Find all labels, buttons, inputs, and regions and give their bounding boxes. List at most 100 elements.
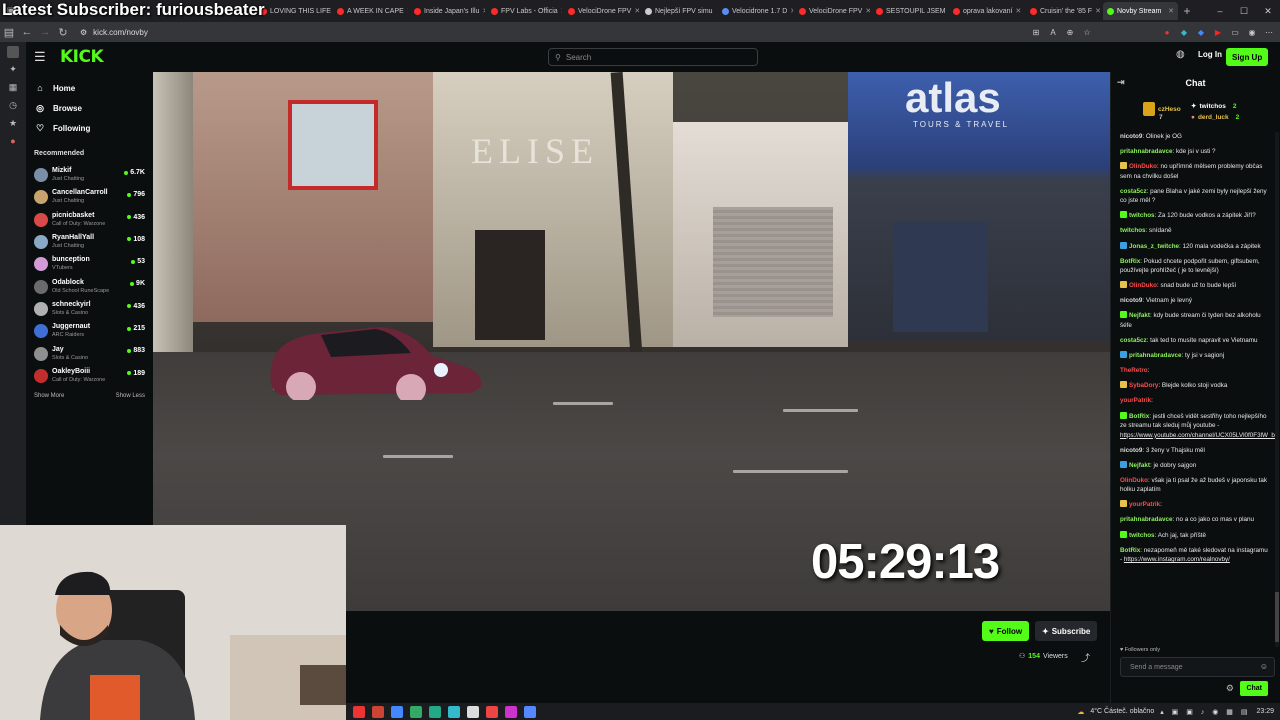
chat-username[interactable]: SybaDory [1129, 382, 1158, 389]
chat-username[interactable]: Nejfakt [1129, 462, 1150, 469]
recommended-channel[interactable]: Mizkif Just Chatting 6.7K [26, 164, 153, 186]
taskbar-app-icon[interactable] [391, 705, 403, 718]
chat-scrollbar[interactable] [1275, 132, 1279, 647]
sidebar-item-home[interactable]: ⌂ Home [26, 78, 153, 98]
sidebar-toggle-icon[interactable]: ▤ [0, 26, 18, 39]
install-app-icon[interactable]: ⊞ [1029, 25, 1043, 39]
recommended-channel[interactable]: picnicbasket Call of Duty: Warzone 436 [26, 209, 153, 231]
close-window-button[interactable]: ✕ [1256, 6, 1280, 17]
signup-button[interactable]: Sign Up [1226, 48, 1269, 66]
language-icon[interactable]: ◍ [1176, 49, 1185, 60]
close-tab-icon[interactable]: ✕ [865, 7, 870, 15]
browser-tab[interactable]: VelociDrone FPV ✕ [564, 2, 639, 20]
chat-username[interactable]: OlinDuko [1120, 477, 1148, 484]
chat-scroll-thumb[interactable] [1275, 592, 1279, 642]
browser-tab[interactable]: FPV Labs - Officia✕ [487, 2, 562, 20]
taskbar-app-icon[interactable] [353, 705, 365, 718]
taskbar-app-icon[interactable] [410, 705, 422, 718]
extension-youtube-icon[interactable]: ▶ [1211, 25, 1225, 39]
browser-tab[interactable]: Inside Japan's Illu✕ [410, 2, 485, 20]
close-tab-icon[interactable]: ✕ [1095, 7, 1101, 15]
chat-settings-icon[interactable]: ⚙ [1226, 683, 1234, 694]
chat-messages[interactable]: nicoto9: Olinek je OG pritahnabradavce: k… [1111, 132, 1277, 647]
recommended-channel[interactable]: bunception VTubers 53 [26, 253, 153, 275]
show-less-button[interactable]: Show Less [116, 393, 145, 399]
extension-blue-icon[interactable]: ◆ [1194, 25, 1208, 39]
chat-username[interactable]: BotRix [1120, 547, 1140, 554]
recommended-channel[interactable]: CancellanCarroll Just Chatting 796 [26, 186, 153, 208]
browser-tab[interactable]: Velocidrone 1.7 D✕ [718, 2, 793, 20]
profile-icon[interactable]: ◉ [1245, 25, 1259, 39]
recommended-channel[interactable]: Juggernaut ARC Raiders 215 [26, 320, 153, 342]
close-tab-icon[interactable]: ✕ [407, 7, 408, 15]
favorites-icon[interactable]: ★ [7, 118, 19, 130]
browser-tab[interactable]: VelociDrone FPV ✕ [795, 2, 870, 20]
chat-link[interactable]: https://www.instagram.com/realnovby/ [1124, 556, 1230, 563]
subscribe-button[interactable]: ✦ Subscribe [1035, 621, 1098, 641]
reload-icon[interactable]: ↻ [54, 26, 72, 39]
chat-username[interactable]: costa5cz [1120, 337, 1147, 344]
browser-tab[interactable]: Novby Stream ✕ [1103, 2, 1178, 20]
kick-logo[interactable]: KICK [60, 47, 104, 67]
close-tab-icon[interactable]: ✕ [1168, 7, 1174, 15]
chat-username[interactable]: OlinDuko [1129, 282, 1157, 289]
chat-message-input[interactable]: Send a message ☺ [1120, 657, 1275, 677]
chat-username[interactable]: yourPatrik [1129, 501, 1160, 508]
chat-username[interactable]: costa5cz [1120, 188, 1147, 195]
chat-username[interactable]: BotRix [1120, 258, 1140, 265]
recommended-channel[interactable]: schneckyirl Slots & Casino 436 [26, 298, 153, 320]
chat-username[interactable]: nicoto9 [1120, 297, 1142, 304]
share-icon[interactable]: ⤴ [1081, 651, 1090, 664]
extension-icon[interactable] [1097, 25, 1157, 39]
menu-icon[interactable]: ☰ [34, 49, 50, 65]
browser-tab[interactable]: SESTOUPIL JSEM✕ [872, 2, 947, 20]
chat-username[interactable]: Jonas_z_twitche [1129, 243, 1179, 250]
chat-username[interactable]: twitchos [1120, 227, 1146, 234]
chat-username[interactable]: twitchos [1129, 532, 1155, 539]
url-field[interactable]: ⚙ kick.com/novby [80, 28, 148, 37]
tab-actions-icon[interactable] [7, 46, 19, 58]
chat-username[interactable]: yourPatrik [1120, 397, 1151, 404]
chat-username[interactable]: pritahnabradavce [1120, 148, 1173, 155]
taskbar-app-icon[interactable] [524, 705, 536, 718]
maximize-button[interactable]: ☐ [1232, 6, 1256, 17]
close-tab-icon[interactable]: ✕ [1015, 7, 1021, 15]
browser-tab[interactable]: A WEEK IN CAPE✕ [333, 2, 408, 20]
taskbar-app-icon[interactable] [467, 705, 479, 718]
follow-button[interactable]: ♥ Follow [982, 621, 1030, 641]
taskbar-app-icon[interactable] [372, 705, 384, 718]
collections-side-icon[interactable]: ▦ [7, 82, 19, 94]
sidebar-item-browse[interactable]: ◎ Browse [26, 98, 153, 118]
chat-username[interactable]: OlinDuko [1129, 163, 1157, 170]
site-info-icon[interactable]: ⚙ [80, 28, 87, 37]
tray-icons[interactable]: ▴ ▣ ▣ ♪ ◉ ▦ ▤ [1160, 708, 1250, 716]
login-button[interactable]: Log In [1198, 50, 1222, 59]
collections-icon[interactable]: ▭ [1228, 25, 1242, 39]
emoji-icon[interactable]: ☺ [1260, 662, 1268, 671]
show-more-button[interactable]: Show More [34, 393, 64, 399]
close-tab-icon[interactable]: ✕ [790, 7, 793, 15]
send-chat-button[interactable]: Chat [1240, 681, 1268, 696]
new-tab-button[interactable]: + [1178, 4, 1196, 18]
browser-tab[interactable]: Nejlepší FPV simu✕ [641, 2, 716, 20]
chat-link[interactable]: https://www.youtube.com/channel/UCX05LVl… [1120, 432, 1277, 439]
browser-tab[interactable]: LOVING THIS LIFE✕ [256, 2, 331, 20]
extension-teal-icon[interactable]: ◆ [1177, 25, 1191, 39]
minimize-button[interactable]: – [1208, 6, 1232, 16]
chat-username[interactable]: nicoto9 [1120, 447, 1142, 454]
chat-username[interactable]: BotRix [1129, 413, 1149, 420]
close-tab-icon[interactable]: ✕ [561, 7, 562, 15]
collapse-chat-icon[interactable]: ⇥ [1117, 77, 1125, 88]
chat-username[interactable]: twitchos [1129, 212, 1155, 219]
browser-tab[interactable]: Cruisin' the '85 F ✕ [1026, 2, 1101, 20]
menu-icon[interactable]: ⋯ [1262, 25, 1276, 39]
chat-username[interactable]: Nejfakt [1129, 312, 1150, 319]
recommended-channel[interactable]: Odablock Old School RuneScape 9K [26, 275, 153, 297]
translate-icon[interactable]: A [1046, 25, 1060, 39]
taskbar-app-icon[interactable] [448, 705, 460, 718]
close-tab-icon[interactable]: ✕ [634, 7, 639, 15]
taskbar-app-icon[interactable] [505, 705, 517, 718]
recommended-channel[interactable]: OakleyBoiii Call of Duty: Warzone 189 [26, 365, 153, 387]
back-icon[interactable]: ← [18, 26, 36, 38]
browser-tab[interactable]: oprava lakovaní ✕ [949, 2, 1024, 20]
